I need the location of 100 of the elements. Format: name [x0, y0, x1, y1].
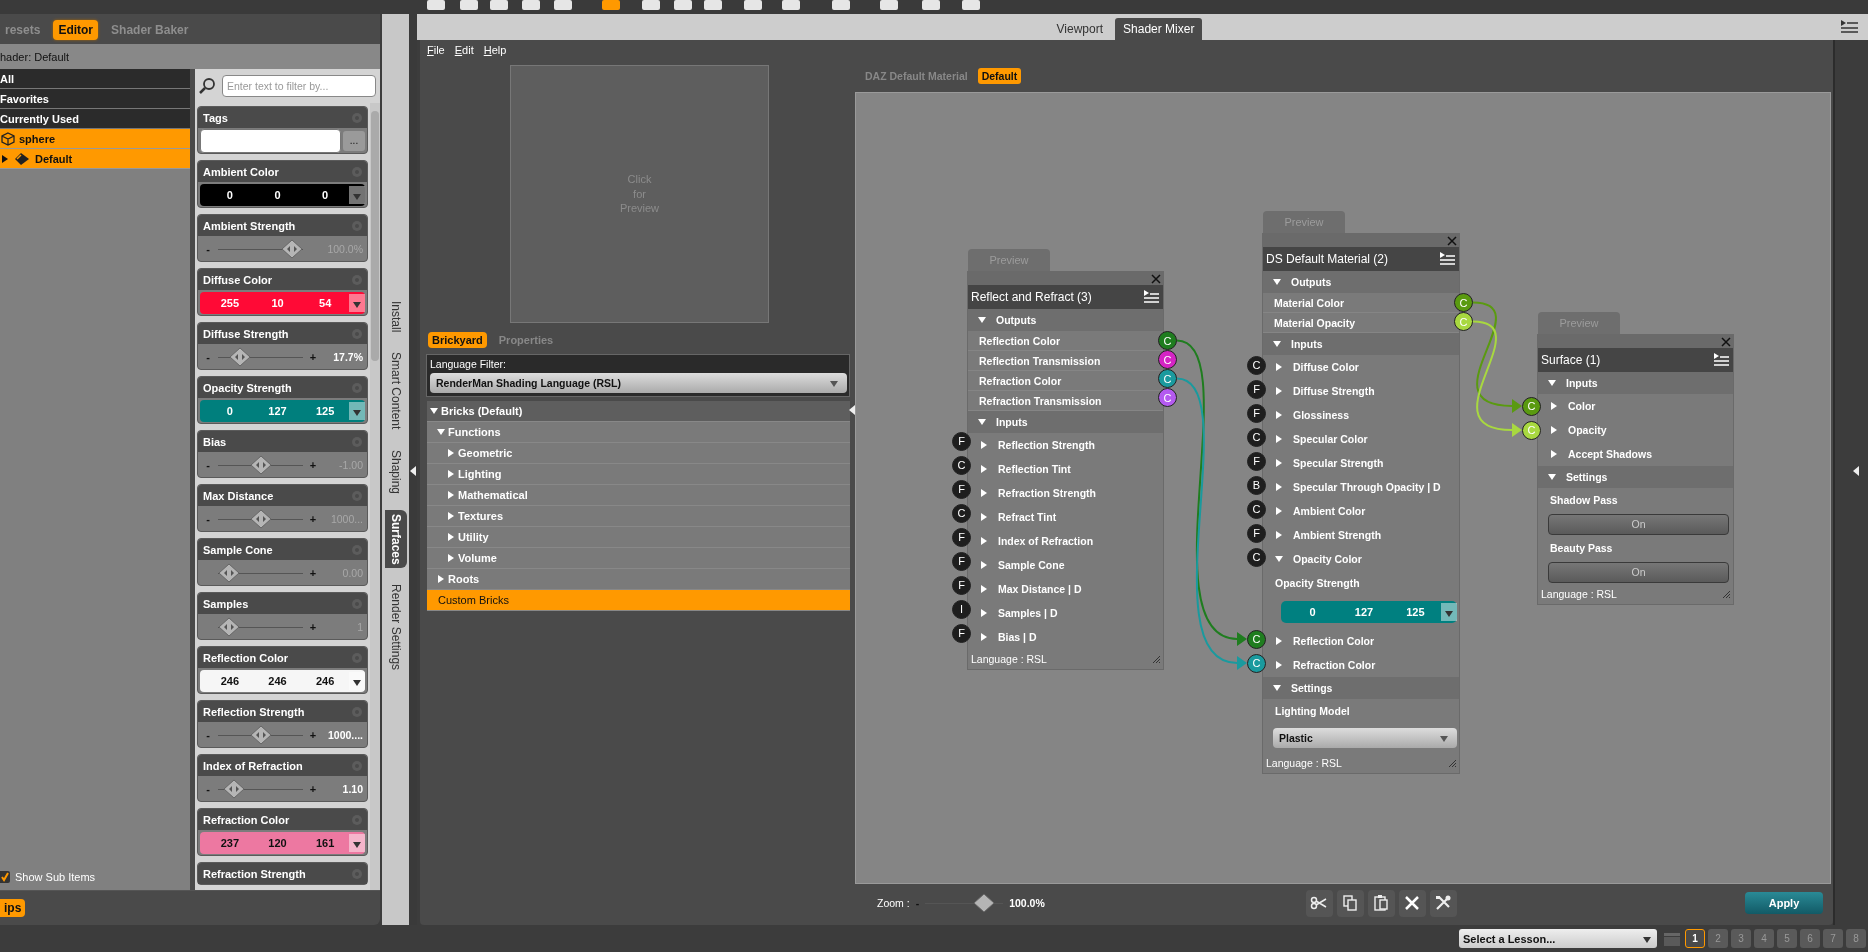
zoom-slider[interactable] — [925, 893, 1004, 913]
expand-arrow-icon[interactable] — [1275, 555, 1283, 563]
filter-field[interactable]: Enter text to filter by... — [222, 75, 376, 97]
section-header[interactable]: Inputs — [1291, 338, 1323, 350]
tree-item[interactable]: Custom Bricks — [427, 590, 850, 611]
plus-label[interactable]: + — [309, 512, 317, 525]
tool-icon[interactable] — [488, 0, 510, 12]
color-field[interactable]: 237 120 161 — [200, 831, 365, 854]
close-icon[interactable] — [1151, 273, 1161, 284]
section-header[interactable]: Settings — [1566, 471, 1608, 483]
tree-item[interactable]: Default — [0, 149, 190, 169]
tree-item[interactable]: Volume — [427, 548, 850, 569]
language-dropdown[interactable]: RenderMan Shading Language (RSL) — [430, 373, 847, 393]
expand-arrow-icon[interactable] — [1275, 661, 1283, 669]
expand-arrow-icon[interactable] — [447, 470, 455, 478]
slider-track[interactable] — [218, 562, 303, 583]
section-header[interactable]: Inputs — [996, 416, 1028, 428]
lesson-dropdown[interactable]: Select a Lesson... — [1459, 929, 1657, 948]
expand-arrow-icon[interactable] — [447, 533, 455, 541]
expand-arrow-icon[interactable] — [1548, 473, 1556, 481]
tool-icon[interactable] — [742, 0, 764, 12]
view-tab[interactable]: Shader Mixer — [1115, 18, 1203, 40]
group-item[interactable]: Currently Used — [0, 109, 190, 129]
minus-label[interactable]: - — [204, 512, 212, 525]
expand-arrow-icon[interactable] — [1275, 507, 1283, 515]
menu-icon[interactable] — [1142, 289, 1160, 305]
toggle-button[interactable]: On — [1548, 513, 1729, 535]
expand-arrow-icon[interactable] — [447, 512, 455, 520]
scrollbar[interactable] — [370, 103, 380, 890]
page-button[interactable]: 1 — [1685, 929, 1705, 948]
expand-arrow-icon[interactable] — [437, 575, 445, 583]
slider-thumb[interactable] — [249, 724, 272, 745]
tips-button[interactable]: ips — [0, 899, 26, 917]
slider-track[interactable] — [218, 778, 303, 799]
tool-icon[interactable] — [960, 0, 982, 12]
tool-icon[interactable] — [780, 0, 802, 12]
tool-icon[interactable] — [552, 0, 574, 12]
expand-arrow-icon[interactable] — [978, 316, 986, 324]
plus-label[interactable]: + — [309, 566, 317, 579]
slider-thumb[interactable] — [249, 454, 272, 475]
minus-label[interactable]: - — [204, 728, 212, 741]
toggle-button[interactable]: On — [1548, 561, 1729, 583]
slider-thumb[interactable] — [249, 508, 272, 529]
slider-track[interactable] — [218, 346, 303, 367]
color-field[interactable]: 246 246 246 — [200, 669, 365, 692]
browse-button[interactable]: ... — [343, 130, 365, 151]
side-tab[interactable]: Surfaces — [384, 509, 407, 569]
expand-arrow-icon[interactable] — [1273, 340, 1281, 348]
slider-track[interactable] — [218, 616, 303, 637]
expand-arrow-icon[interactable] — [1550, 402, 1558, 410]
tree-item[interactable]: Bricks (Default) — [427, 401, 850, 422]
section-header[interactable]: Outputs — [996, 314, 1037, 326]
tags-field[interactable] — [200, 128, 341, 153]
section-header[interactable]: Outputs — [1291, 276, 1332, 288]
panel-tab[interactable]: Brickyard — [428, 332, 487, 348]
expand-arrow-icon[interactable] — [1275, 435, 1283, 443]
expand-arrow-icon[interactable] — [1273, 684, 1281, 692]
expand-arrow-icon[interactable] — [980, 489, 988, 497]
expand-arrow-icon[interactable] — [980, 585, 988, 593]
resize-grip-icon[interactable] — [1151, 654, 1161, 664]
tool-icon[interactable] — [878, 0, 900, 12]
expand-arrow-icon[interactable] — [978, 418, 986, 426]
panel-tab[interactable]: resets — [0, 20, 46, 40]
menu-item[interactable]: File — [427, 44, 445, 56]
paste-button[interactable] — [1367, 889, 1395, 917]
lighting-dropdown[interactable]: Plastic — [1273, 728, 1457, 748]
minus-label[interactable]: - — [204, 350, 212, 363]
node-card[interactable] — [967, 271, 1164, 670]
node-card[interactable]: Surface (1) Inputs Color Opacity Accept Shadows Settings Shadow Pass On Beauty Pass On Language : RSL — [1537, 334, 1734, 605]
copy-button[interactable] — [1336, 889, 1364, 917]
slider-thumb[interactable] — [218, 562, 240, 583]
plus-label[interactable]: + — [309, 350, 317, 363]
checkbox[interactable] — [0, 871, 10, 883]
expand-arrow-icon[interactable] — [980, 465, 988, 473]
expand-arrow-icon[interactable] — [1275, 363, 1283, 371]
minus-label[interactable]: - — [204, 458, 212, 471]
tool-icon[interactable] — [920, 0, 942, 12]
tree-item[interactable]: Mathematical — [427, 485, 850, 506]
side-tab[interactable]: Install — [384, 297, 407, 337]
expand-arrow-icon[interactable] — [980, 609, 988, 617]
expand-arrow-icon[interactable] — [447, 449, 455, 457]
collapse-arrow-icon[interactable] — [1853, 466, 1859, 476]
color-field[interactable]: 0 127 125 — [1281, 601, 1457, 623]
tool-icon[interactable] — [600, 0, 622, 12]
view-tab[interactable]: Viewport — [1048, 18, 1112, 40]
slider-thumb[interactable] — [223, 778, 246, 799]
expand-arrow-icon[interactable] — [437, 428, 445, 436]
cut-button[interactable] — [1305, 889, 1333, 917]
close-icon[interactable] — [1721, 336, 1731, 347]
expand-arrow-icon[interactable] — [980, 633, 988, 641]
tool-icon[interactable] — [672, 0, 694, 12]
menu-icon[interactable] — [1438, 251, 1456, 267]
expand-arrow-icon[interactable] — [1275, 531, 1283, 539]
expand-arrow-icon[interactable] — [1275, 459, 1283, 467]
slider-track[interactable] — [218, 454, 303, 475]
plus-label[interactable]: + — [309, 728, 317, 741]
color-field[interactable]: 0 0 0 — [200, 183, 365, 206]
plus-label[interactable]: + — [309, 458, 317, 471]
plus-label[interactable]: + — [309, 782, 317, 795]
collapse-arrow-icon[interactable] — [849, 405, 855, 415]
